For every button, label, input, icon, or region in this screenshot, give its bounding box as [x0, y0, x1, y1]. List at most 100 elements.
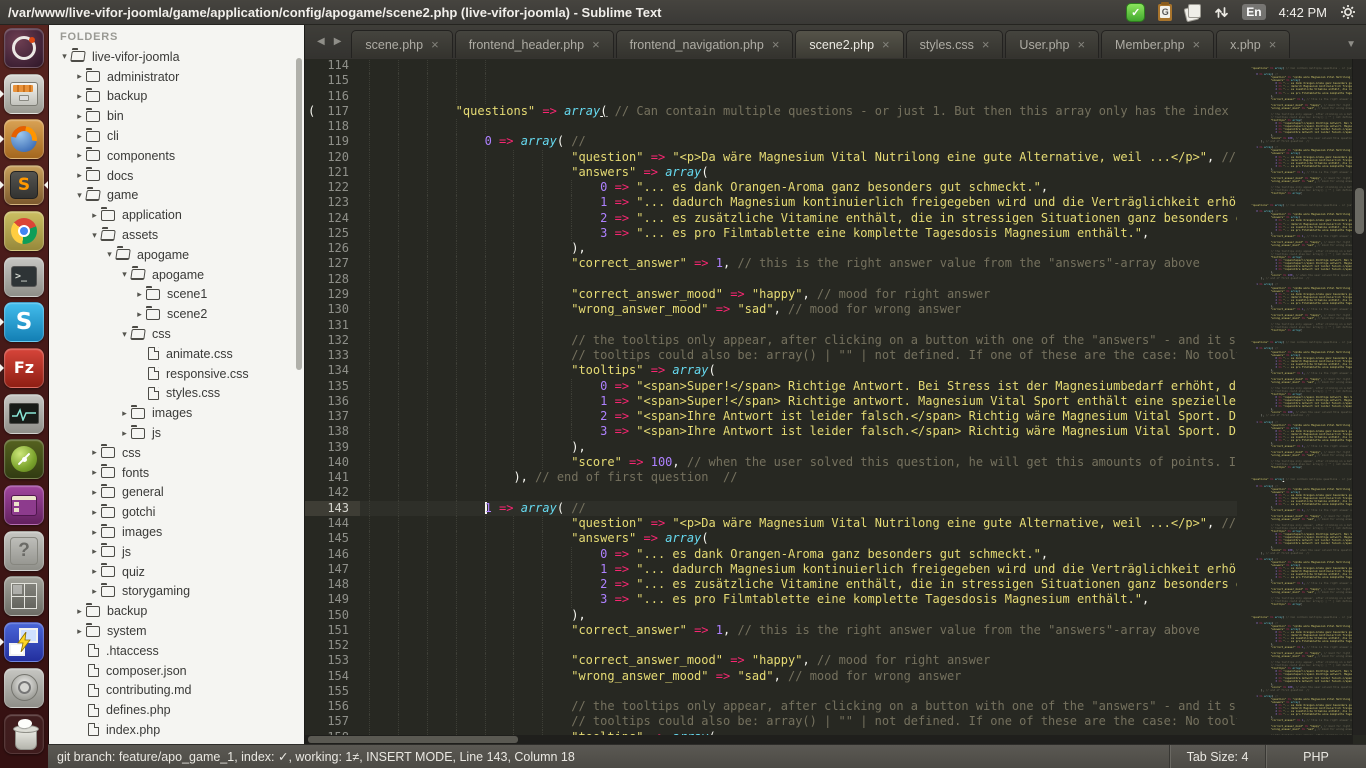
launcher-skype-icon[interactable]: S	[4, 302, 44, 342]
code-text[interactable]: "wrong_answer_mood" => "sad", // mood fo…	[360, 302, 1237, 317]
code-line-148[interactable]: 1482 => "... es zusätzliche Vitamine ent…	[305, 577, 1237, 592]
launcher-firefox-icon[interactable]	[4, 119, 44, 159]
code-line-156[interactable]: 156// the tooltips only appear, after cl…	[305, 699, 1237, 714]
tree-item-cli[interactable]: ▸cli	[48, 126, 304, 146]
code-line-123[interactable]: 1231 => "... dadurch Magnesium kontinuie…	[305, 195, 1237, 210]
disclosure-icon[interactable]: ▾	[58, 51, 71, 62]
launcher-remote-desktop-icon[interactable]	[4, 622, 44, 662]
tab-forward-icon[interactable]: ▶	[334, 36, 342, 47]
code-area[interactable]: 114115116(117"questions" => array( // Ca…	[305, 58, 1237, 735]
sync-arrows-icon[interactable]	[1214, 5, 1229, 20]
code-line-144[interactable]: 144"question" => "<p>Da wäre Magnesium V…	[305, 516, 1237, 531]
tree-item-backup[interactable]: ▸backup	[48, 87, 304, 107]
tab-scene.php[interactable]: scene.php×	[351, 30, 452, 58]
tree-item-assets[interactable]: ▾assets	[48, 225, 304, 245]
clipboard-manager-icon[interactable]	[1158, 4, 1172, 21]
launcher-chrome-icon[interactable]	[4, 211, 44, 251]
code-line-137[interactable]: 1372 => "<span>Ihre Antwort ist leider f…	[305, 409, 1237, 424]
tree-item-images[interactable]: ▸images	[48, 403, 304, 423]
tab-back-icon[interactable]: ◀	[317, 36, 325, 47]
code-text[interactable]: "tooltips" => array(	[360, 363, 1237, 378]
code-text[interactable]: ),	[360, 608, 1237, 623]
code-text[interactable]: // the tooltips only appear, after click…	[360, 333, 1237, 348]
code-text[interactable]: "questions" => array( // Can contain mul…	[360, 104, 1237, 119]
code-line-119[interactable]: 1190 => array( //	[305, 134, 1237, 149]
tree-item-fonts[interactable]: ▸fonts	[48, 463, 304, 483]
disclosure-icon[interactable]: ▸	[88, 447, 101, 458]
code-line-135[interactable]: 1350 => "<span>Super!</span> Richtige An…	[305, 379, 1237, 394]
code-text[interactable]: 2 => "... es zusätzliche Vitamine enthäl…	[360, 577, 1237, 592]
code-line-129[interactable]: 129"correct_answer_mood" => "happy", // …	[305, 287, 1237, 302]
disclosure-icon[interactable]: ▾	[118, 269, 131, 280]
tab-close-icon[interactable]: ×	[1193, 40, 1201, 50]
code-text[interactable]: "answers" => array(	[360, 165, 1237, 180]
code-line-127[interactable]: 127"correct_answer" => 1, // this is the…	[305, 256, 1237, 271]
disclosure-icon[interactable]: ▸	[88, 546, 101, 557]
tree-item-apogame[interactable]: ▾apogame	[48, 245, 304, 265]
disclosure-icon[interactable]: ▸	[133, 289, 146, 300]
code-text[interactable]: "answers" => array(	[360, 531, 1237, 546]
code-line-155[interactable]: 155	[305, 684, 1237, 699]
code-text[interactable]: 0 => "... es dank Orangen-Aroma ganz bes…	[360, 547, 1237, 562]
code-line-114[interactable]: 114	[305, 58, 1237, 73]
tab-close-icon[interactable]: ×	[592, 40, 600, 50]
disclosure-icon[interactable]: ▸	[73, 170, 86, 181]
code-text[interactable]	[360, 684, 1237, 699]
tree-item-contributing.md[interactable]: contributing.md	[48, 681, 304, 701]
code-line-117[interactable]: (117"questions" => array( // Can contain…	[305, 104, 1237, 119]
launcher-workspace-switcher-icon[interactable]	[4, 576, 44, 616]
tab-close-icon[interactable]: ×	[1077, 40, 1085, 50]
clock[interactable]: 4:42 PM	[1279, 5, 1327, 20]
sidebar-scrollbar[interactable]	[296, 58, 302, 370]
disclosure-icon[interactable]: ▸	[73, 626, 86, 637]
tree-item-js[interactable]: ▸js	[48, 542, 304, 562]
code-text[interactable]: 3 => "<span>Ihre Antwort ist leider fals…	[360, 424, 1237, 439]
code-text[interactable]	[360, 119, 1237, 134]
code-text[interactable]: 1 => array( //	[360, 501, 1237, 516]
code-text[interactable]	[360, 485, 1237, 500]
tab-close-icon[interactable]: ×	[882, 40, 890, 50]
editor[interactable]: 114115116(117"questions" => array( // Ca…	[305, 58, 1366, 745]
code-line-138[interactable]: 1383 => "<span>Ihre Antwort ist leider f…	[305, 424, 1237, 439]
code-text[interactable]: "wrong_answer_mood" => "sad", // mood fo…	[360, 669, 1237, 684]
code-line-120[interactable]: 120"question" => "<p>Da wäre Magnesium V…	[305, 150, 1237, 165]
code-text[interactable]: // tooltips could also be: array() | "" …	[360, 714, 1237, 729]
launcher-trash-icon[interactable]	[4, 714, 44, 754]
code-text[interactable]: ),	[360, 440, 1237, 455]
code-line-122[interactable]: 1220 => "... es dank Orangen-Aroma ganz …	[305, 180, 1237, 195]
launcher-purple-editor-icon[interactable]	[4, 485, 44, 525]
code-line-147[interactable]: 1471 => "... dadurch Magnesium kontinuie…	[305, 562, 1237, 577]
disclosure-icon[interactable]: ▾	[88, 230, 101, 241]
tab-frontend_header.php[interactable]: frontend_header.php×	[455, 30, 614, 58]
tree-item-backup[interactable]: ▸backup	[48, 601, 304, 621]
tree-item-quiz[interactable]: ▸quiz	[48, 562, 304, 582]
tree-item-index.php[interactable]: index.php	[48, 720, 304, 740]
disclosure-icon[interactable]: ▸	[88, 487, 101, 498]
launcher-terminal-icon[interactable]: >_	[4, 257, 44, 297]
code-text[interactable]: "question" => "<p>Da wäre Magnesium Vita…	[360, 150, 1237, 165]
code-text[interactable]: 3 => "... es pro Filmtablette eine kompl…	[360, 592, 1237, 607]
launcher-system-monitor-icon[interactable]	[4, 394, 44, 434]
code-line-125[interactable]: 1253 => "... es pro Filmtablette eine ko…	[305, 226, 1237, 241]
code-text[interactable]: 0 => array( //	[360, 134, 1237, 149]
code-line-132[interactable]: 132// the tooltips only appear, after cl…	[305, 333, 1237, 348]
code-text[interactable]: 0 => "... es dank Orangen-Aroma ganz bes…	[360, 180, 1237, 195]
tab-close-icon[interactable]: ×	[982, 40, 990, 50]
syntax-indicator[interactable]: PHP	[1265, 745, 1366, 768]
tab-close-icon[interactable]: ×	[431, 40, 439, 50]
code-text[interactable]: "score" => 100, // when the user solved …	[360, 455, 1237, 470]
disclosure-icon[interactable]: ▸	[73, 150, 86, 161]
code-text[interactable]: 1 => "<span>Super!</span> Richtige antwo…	[360, 394, 1237, 409]
tree-item-scene1[interactable]: ▸scene1	[48, 285, 304, 305]
launcher-files-icon[interactable]	[4, 74, 44, 114]
launcher-android-studio-icon[interactable]	[4, 439, 44, 479]
disclosure-icon[interactable]: ▸	[88, 566, 101, 577]
tab-close-icon[interactable]: ×	[772, 40, 780, 50]
tree-item-storygaming[interactable]: ▸storygaming	[48, 582, 304, 602]
code-line-126[interactable]: 126),	[305, 241, 1237, 256]
code-line-115[interactable]: 115	[305, 73, 1237, 88]
code-line-124[interactable]: 1242 => "... es zusätzliche Vitamine ent…	[305, 211, 1237, 226]
notes-icon[interactable]	[1185, 4, 1201, 20]
tree-item-gotchi[interactable]: ▸gotchi	[48, 502, 304, 522]
code-text[interactable]: ), // end of first question //	[360, 470, 1237, 485]
